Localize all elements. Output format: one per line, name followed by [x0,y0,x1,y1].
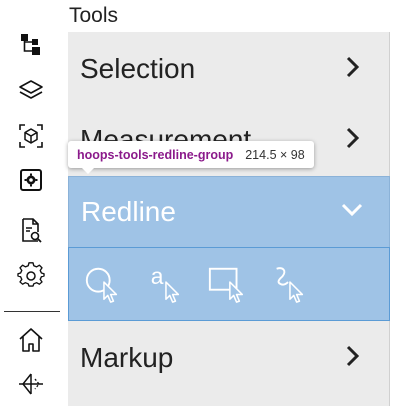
text-cursor-icon: a [151,263,180,303]
layers-icon[interactable] [13,72,49,108]
cube-view-icon[interactable] [13,118,49,154]
document-search-icon[interactable] [13,212,49,248]
freehand-cursor-icon [276,267,304,303]
redline-circle-tool[interactable] [83,262,123,306]
chevron-right-icon [342,53,364,85]
redline-group-header[interactable]: Redline [68,176,390,248]
circle-cursor-icon [85,267,118,303]
home-icon[interactable] [13,322,49,358]
redline-text-tool[interactable]: a [145,262,185,306]
chevron-down-icon [341,196,363,228]
redline-tools-row: a [68,247,390,321]
tooltip-element-name: hoops-tools-redline-group [77,147,234,162]
markup-group-header[interactable]: Markup [68,322,390,394]
chevron-right-icon [342,124,364,156]
settings-panel-icon[interactable] [13,162,49,198]
selection-group-label: Selection [80,53,196,84]
markup-group-label: Markup [80,342,174,373]
selection-group-header[interactable]: Selection [68,33,390,105]
tooltip-element-size: 214.5 × 98 [245,147,305,162]
model-tree-icon[interactable] [13,26,49,62]
rectangle-cursor-icon [208,267,243,303]
redline-group-label: Redline [81,196,176,227]
left-toolbar [0,0,62,406]
toolbar-divider [4,311,60,312]
chevron-right-icon [342,342,364,374]
gear-icon[interactable] [13,258,49,294]
inspector-tooltip: hoops-tools-redline-group 214.5 × 98 [68,141,314,174]
view-cut-icon[interactable] [13,366,49,402]
redline-rectangle-tool[interactable] [207,262,247,306]
panel-title: Tools [68,0,390,32]
tools-panel: Tools Selection Measurement Redline a Ma… [68,0,390,406]
redline-freehand-tool[interactable] [269,262,309,306]
svg-text:a: a [151,263,164,289]
